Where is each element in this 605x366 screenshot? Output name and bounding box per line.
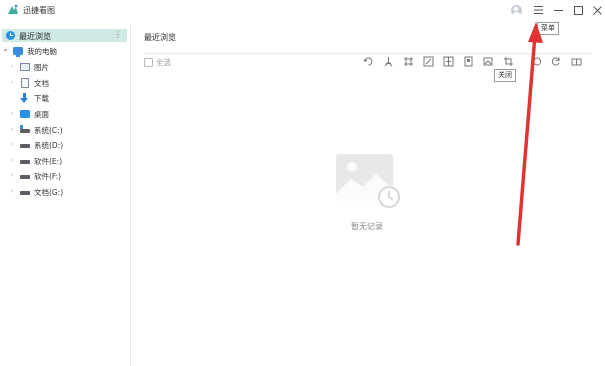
annotation-arrow	[516, 22, 543, 246]
